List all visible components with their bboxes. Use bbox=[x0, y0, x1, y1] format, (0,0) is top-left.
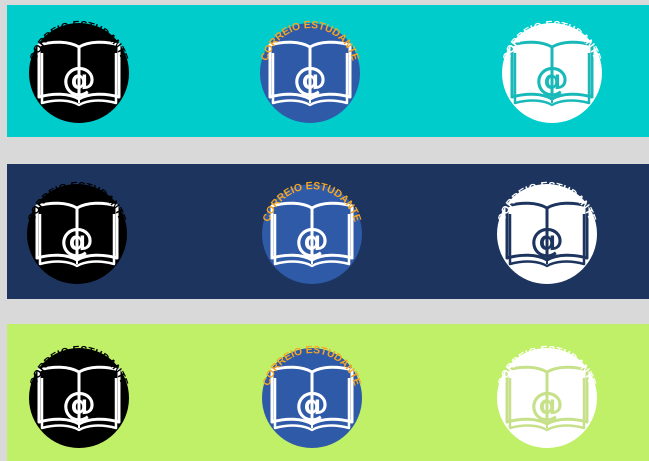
logo-band-lime: @ CORREIO ESTUDANTE @ CORREIO ESTUDANTE @ C… bbox=[7, 324, 649, 461]
at-sign-icon: @ bbox=[535, 60, 569, 100]
book-at-logo-icon: @CORREIO ESTUDANTE bbox=[496, 344, 598, 448]
logo-band-teal: @ CORREIO ESTUDANTE @ CORREIO ESTUDANTE @ C… bbox=[7, 5, 649, 137]
book-at-logo-icon: @CORREIO ESTUDANTE bbox=[261, 180, 363, 284]
logo-black-on-lime: @ CORREIO ESTUDANTE bbox=[28, 344, 130, 448]
at-sign-icon: @ bbox=[62, 385, 96, 425]
at-sign-icon: @ bbox=[60, 221, 94, 261]
logo-blue-on-teal: @ CORREIO ESTUDANTE bbox=[259, 19, 361, 123]
logo-black-on-navy: @ CORREIO ESTUDANTE bbox=[26, 180, 128, 284]
logo-white-on-lime: @ CORREIO ESTUDANTE bbox=[496, 344, 598, 448]
logo-white-on-teal: @ CORREIO ESTUDANTE bbox=[501, 19, 603, 123]
logo-white-on-navy: @ CORREIO ESTUDANTE bbox=[496, 180, 598, 284]
book-at-logo-icon: @CORREIO ESTUDANTE bbox=[501, 19, 603, 123]
logo-band-navy: @ CORREIO ESTUDANTE @ CORREIO ESTUDANTE @ C… bbox=[7, 164, 649, 299]
at-sign-icon: @ bbox=[62, 60, 96, 100]
book-at-logo-icon: @CORREIO ESTUDANTE bbox=[28, 19, 130, 123]
at-sign-icon: @ bbox=[530, 385, 564, 425]
book-at-logo-icon: @CORREIO ESTUDANTE bbox=[28, 344, 130, 448]
at-sign-icon: @ bbox=[295, 385, 329, 425]
book-at-logo-icon: @CORREIO ESTUDANTE bbox=[26, 180, 128, 284]
logo-black-on-teal: @ CORREIO ESTUDANTE bbox=[28, 19, 130, 123]
logo-blue-on-lime: @ CORREIO ESTUDANTE bbox=[261, 344, 363, 448]
book-at-logo-icon: @CORREIO ESTUDANTE bbox=[261, 344, 363, 448]
at-sign-icon: @ bbox=[295, 221, 329, 261]
at-sign-icon: @ bbox=[293, 60, 327, 100]
book-at-logo-icon: @CORREIO ESTUDANTE bbox=[259, 19, 361, 123]
at-sign-icon: @ bbox=[530, 221, 564, 261]
logo-blue-on-navy: @ CORREIO ESTUDANTE bbox=[261, 180, 363, 284]
book-at-logo-icon: @CORREIO ESTUDANTE bbox=[496, 180, 598, 284]
